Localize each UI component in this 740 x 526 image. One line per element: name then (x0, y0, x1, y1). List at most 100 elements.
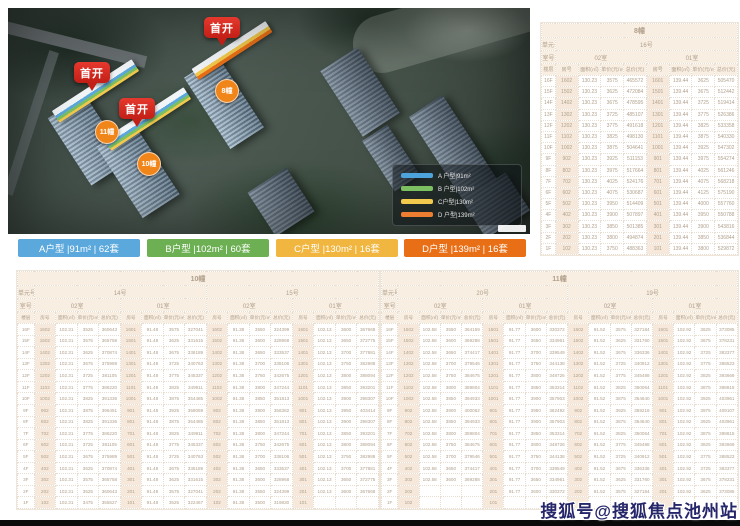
value-cell: 102.58 (419, 416, 440, 428)
value-cell: 364159 (462, 324, 483, 336)
roomno-cell: 1302 (206, 358, 228, 370)
value-cell: 91.52 (589, 358, 610, 370)
value-cell: 91.38 (228, 381, 250, 393)
value-cell: 102.31 (56, 335, 78, 347)
col-header: 总价(元) (715, 64, 738, 76)
value-cell: 3750 (335, 451, 357, 463)
col-header: 房号 (483, 312, 504, 324)
value-cell (440, 497, 461, 509)
value-cell: 388523 (716, 451, 737, 463)
value-cell: 102.31 (56, 370, 78, 382)
value-cell: 3625 (163, 335, 185, 347)
roomno-cell: 1201 (653, 370, 674, 382)
value-cell: 3550 (249, 485, 271, 497)
roomno-cell: 702 (206, 428, 228, 440)
value-cell: 91.77 (504, 428, 525, 440)
roomno-cell: 1302 (34, 358, 56, 370)
value-cell: 377881 (357, 462, 379, 474)
unit-type-legend: A 户型|91m² B 户型|102m² C户型|130m² D 户型|139m… (392, 164, 522, 226)
roomno-cell: 1302 (398, 358, 419, 370)
value-cell: 3750 (601, 243, 624, 254)
roomno-cell: 1502 (34, 335, 56, 347)
value-cell: 353314 (546, 381, 567, 393)
value-cell: 130.23 (578, 87, 601, 98)
value-cell: 327041 (185, 324, 207, 336)
roomno-cell: 1202 (555, 120, 578, 131)
value-cell: 3675 (163, 347, 185, 359)
value-cell: 324399 (271, 485, 293, 497)
value-cell: 3775 (692, 109, 715, 120)
roomno-cell: 602 (206, 439, 228, 451)
value-cell: 543816 (715, 221, 738, 232)
value-cell: 3825 (610, 381, 631, 393)
type-banner-b: B户型 |102m² | 60套 (147, 239, 269, 257)
value-cell: 3975 (601, 165, 624, 176)
value-cell: 3775 (610, 439, 631, 451)
value-cell: 91.48 (142, 404, 164, 416)
value-cell: 4025 (601, 176, 624, 187)
value-cell: 3775 (163, 439, 185, 451)
value-cell: 3550 (249, 324, 271, 336)
value-cell: 130.23 (578, 109, 601, 120)
value-cell: 3950 (601, 199, 624, 210)
value-cell: 3650 (525, 474, 546, 486)
value-cell: 3850 (525, 428, 546, 440)
value-cell: 102.31 (56, 462, 78, 474)
value-cell: 3825 (163, 428, 185, 440)
roomno-cell: 102 (206, 497, 228, 509)
floor-cell: 8F (542, 165, 556, 176)
value-cell: 378231 (716, 474, 737, 486)
value-cell: 359059 (185, 404, 207, 416)
value-cell: 384675 (462, 439, 483, 451)
value-cell: 102.92 (674, 428, 695, 440)
roomno-cell: 1501 (646, 87, 669, 98)
roomno-cell: 1602 (34, 324, 56, 336)
col-header: 总价(元) (357, 312, 379, 324)
col-header: 总价(元) (185, 312, 207, 324)
value-cell: 91.48 (142, 347, 164, 359)
value-cell: 524176 (624, 176, 647, 187)
value-cell: 393669 (716, 370, 737, 382)
value-cell: 3875 (610, 393, 631, 405)
value-cell: 382988 (357, 358, 379, 370)
value-cell: 388094 (357, 370, 379, 382)
roomno-cell: 1602 (555, 76, 578, 87)
col-header: 房号 (292, 312, 314, 324)
value-cell: 3850 (335, 428, 357, 440)
unit-row-label: 单元号 (542, 38, 556, 51)
legend-label: B 户型|102m² (438, 184, 474, 193)
value-cell (462, 485, 483, 497)
floor-cell: 11F (18, 381, 35, 393)
value-cell: 91.38 (228, 358, 250, 370)
value-cell: 3625 (77, 462, 99, 474)
value-cell: 347244 (271, 428, 293, 440)
value-cell: 557760 (715, 199, 738, 210)
roomno-cell: 1202 (206, 370, 228, 382)
value-cell: 3875 (695, 428, 716, 440)
roomno-cell: 1102 (398, 381, 419, 393)
roomno-cell: 102 (398, 497, 419, 509)
value-cell: 102.13 (314, 451, 336, 463)
value-cell: 91.48 (142, 335, 164, 347)
roomno-cell: 1501 (653, 335, 674, 347)
value-cell: 130.23 (578, 232, 601, 243)
legend-label: A 户型|91m² (438, 171, 471, 180)
roomno-cell: 702 (555, 176, 578, 187)
room-header: 02室 (34, 299, 120, 312)
value-cell: 3800 (249, 381, 271, 393)
value-cell: 333537 (271, 462, 293, 474)
value-cell: 375989 (99, 358, 121, 370)
floor-col-header: 楼层 (382, 312, 398, 324)
value-cell: 3825 (695, 370, 716, 382)
roomno-cell: 1301 (653, 358, 674, 370)
value-cell: 328968 (271, 474, 293, 486)
value-cell: 3850 (525, 381, 546, 393)
value-cell: 383377 (716, 462, 737, 474)
floor-cell: 6F (382, 439, 398, 451)
col-header: 单价(元/㎡) (440, 312, 461, 324)
value-cell: 3800 (249, 428, 271, 440)
value-cell: 505470 (715, 76, 738, 87)
value-cell: 360643 (99, 324, 121, 336)
floor-cell: 7F (382, 428, 398, 440)
value-cell: 359216 (631, 404, 652, 416)
